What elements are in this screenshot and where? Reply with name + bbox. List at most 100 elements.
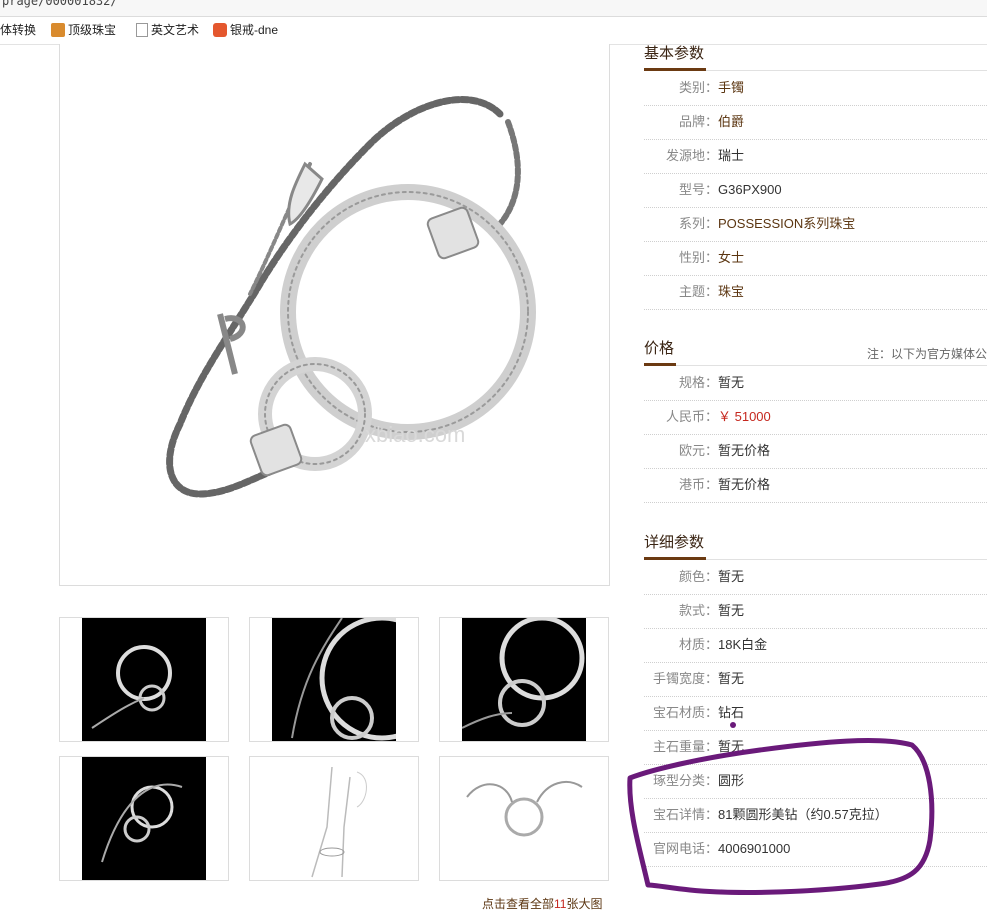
bookmark-english-art[interactable]: 英文艺术: [136, 17, 199, 44]
jewelry-site-icon: [51, 22, 65, 37]
param-value: 暂无价格: [718, 443, 771, 458]
thumbnail-bracelet-image: [461, 615, 585, 729]
detail-row-material: 材质： 18K白金: [644, 628, 987, 663]
bookmark-silver-ring[interactable]: 银戒-dne: [213, 17, 278, 44]
detail-row-stone-weight: 主石重量： 暂无: [644, 730, 987, 765]
thumbnail-bracelet-image: [466, 781, 583, 837]
param-label: 型号：: [678, 182, 718, 197]
price-row-spec: 规格： 暂无: [644, 366, 987, 401]
param-label: 颜色：: [678, 569, 718, 584]
param-label: 宝石详情：: [652, 807, 718, 822]
param-row-brand: 品牌： 伯爵: [644, 105, 987, 140]
param-label: 类别：: [678, 80, 718, 95]
thumbnail-6[interactable]: [439, 756, 609, 881]
param-value: 圆形: [718, 773, 745, 788]
param-label: 宝石材质：: [652, 705, 718, 720]
thumbnail-wrist-sketch-image: [311, 766, 367, 878]
detail-row-cut-type: 琢型分类： 圆形: [644, 764, 987, 799]
thumbnail-5[interactable]: [249, 756, 419, 881]
param-label: 官网电话：: [652, 841, 718, 856]
param-value: 81颗圆形美钻（约0.57克拉）: [718, 807, 888, 822]
param-value: 暂无: [718, 671, 745, 686]
param-row-theme: 主题： 珠宝: [644, 275, 987, 310]
price-row-rmb: 人民币： ￥ 51000: [644, 400, 987, 435]
param-label: 款式：: [678, 603, 718, 618]
detail-row-color: 颜色： 暂无: [644, 560, 987, 595]
page-icon: [136, 22, 148, 37]
param-label: 手镯宽度：: [652, 671, 718, 686]
view-all-count: 11: [554, 897, 567, 911]
param-label: 品牌：: [678, 114, 718, 129]
bookmark-label: 英文艺术: [151, 23, 200, 37]
address-text: prage/000001832/: [2, 0, 118, 8]
param-value: 暂无: [718, 739, 745, 754]
thumbnail-2[interactable]: [249, 615, 445, 742]
thumbnail-bracelet-image: [101, 783, 183, 863]
thumbnail-3[interactable]: [439, 615, 609, 742]
param-value-link[interactable]: POSSESSION系列珠宝: [718, 207, 855, 241]
param-label: 规格：: [678, 375, 718, 390]
bookmarks-bar: 体转换 顶级珠宝 英文艺术 银戒-dne: [0, 17, 987, 45]
taobao-icon: [213, 22, 227, 37]
watermark-text: xbiao.com: [365, 422, 465, 447]
param-row-model: 型号： G36PX900: [644, 173, 987, 208]
bookmark-label: 顶级珠宝: [68, 23, 117, 37]
param-value: 瑞士: [718, 148, 745, 163]
thumbnail-1[interactable]: [59, 617, 229, 742]
section-title: 详细参数: [644, 531, 707, 560]
param-value-link[interactable]: 伯爵: [718, 105, 744, 139]
price-row-eur: 欧元： 暂无价格: [644, 434, 987, 469]
param-value: 暂无: [718, 375, 745, 390]
view-all-images-link[interactable]: 点击查看全部11张大图: [482, 895, 603, 912]
detail-row-gem-material: 宝石材质： 钻石: [644, 696, 987, 731]
detail-row-phone: 官网电话： 4006901000: [644, 832, 987, 867]
param-value: 钻石: [718, 705, 745, 720]
param-label: 港币：: [678, 477, 718, 492]
detail-row-width: 手镯宽度： 暂无: [644, 662, 987, 697]
price-note: 注：以下为官方媒体公: [866, 347, 987, 361]
param-value-link[interactable]: 手镯: [718, 71, 744, 105]
param-value: 暂无: [718, 569, 745, 584]
param-row-category: 类别： 手镯: [644, 71, 987, 106]
address-bar[interactable]: prage/000001832/: [0, 0, 987, 17]
bookmark-top-jewelry[interactable]: 顶级珠宝: [51, 17, 116, 44]
detail-row-gem-details: 宝石详情： 81颗圆形美钻（约0.57克拉）: [644, 798, 987, 833]
bookmark-label: 体转换: [0, 23, 37, 37]
param-label: 主题：: [678, 284, 718, 299]
param-label: 材质：: [678, 637, 718, 652]
thumbnail-bracelet-image: [291, 615, 445, 741]
param-value: 18K白金: [718, 637, 768, 652]
bookmark-text-convert[interactable]: 体转换: [0, 17, 36, 44]
param-label: 琢型分类：: [652, 773, 718, 788]
param-label: 人民币：: [665, 409, 718, 424]
section-header: 价格 注：以下为官方媒体公: [644, 339, 987, 366]
section-header: 基本参数: [644, 44, 987, 71]
param-row-gender: 性别： 女士: [644, 241, 987, 276]
param-value-link[interactable]: 女士: [718, 241, 744, 275]
param-value: 暂无: [718, 603, 745, 618]
param-label: 性别：: [678, 250, 718, 265]
param-label: 欧元：: [678, 443, 718, 458]
param-value-link[interactable]: 珠宝: [718, 275, 744, 309]
param-label: 发源地：: [665, 148, 718, 163]
section-title: 基本参数: [644, 42, 707, 71]
section-title: 价格: [644, 337, 677, 366]
price-value: ￥ 51000: [718, 409, 771, 424]
param-label: 主石重量：: [652, 739, 718, 754]
thumbnail-bracelet-image: [91, 645, 172, 729]
param-row-series: 系列： POSSESSION系列珠宝: [644, 207, 987, 242]
param-label: 系列：: [678, 216, 718, 231]
bracelet-illustration: xbiao.com: [166, 96, 536, 498]
param-value: 暂无价格: [718, 477, 771, 492]
view-all-prefix: 点击查看全部: [482, 897, 555, 911]
main-product-image[interactable]: xbiao.com: [59, 44, 610, 586]
param-value: G36PX900: [718, 182, 782, 197]
view-all-suffix: 张大图: [566, 897, 603, 911]
section-header: 详细参数: [644, 533, 987, 560]
price-row-hkd: 港币： 暂无价格: [644, 468, 987, 503]
param-row-origin: 发源地： 瑞士: [644, 139, 987, 174]
detail-row-style: 款式： 暂无: [644, 594, 987, 629]
thumbnail-4[interactable]: [59, 756, 229, 881]
param-value: 4006901000: [718, 841, 791, 856]
bookmark-label: 银戒-dne: [230, 23, 279, 37]
